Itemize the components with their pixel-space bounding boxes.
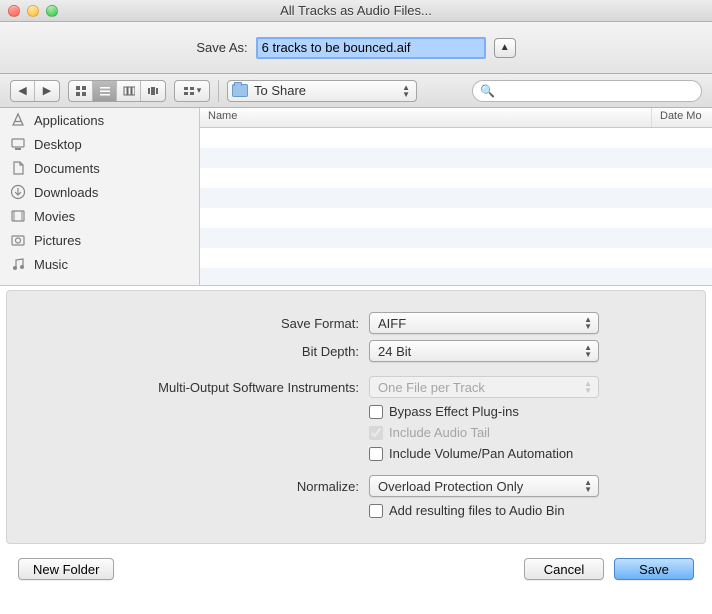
path-popup[interactable]: To Share ▲▼ xyxy=(227,80,417,102)
normalize-value: Overload Protection Only xyxy=(378,479,523,494)
view-list-button[interactable] xyxy=(93,81,117,101)
bypass-fx-checkbox[interactable] xyxy=(369,405,383,419)
sidebar-item-documents[interactable]: Documents xyxy=(0,156,199,180)
multi-output-popup: One File per Track ▲▼ xyxy=(369,376,599,398)
music-icon xyxy=(10,256,26,272)
normalize-label: Normalize: xyxy=(7,479,359,494)
saveas-filename-input[interactable] xyxy=(256,37,486,59)
nav-back-button[interactable]: ◀ xyxy=(11,81,35,101)
footer: New Folder Cancel Save xyxy=(0,550,712,594)
include-vol-pan-checkbox[interactable] xyxy=(369,447,383,461)
nav-forward-button[interactable]: ▶ xyxy=(35,81,59,101)
disclosure-button[interactable]: ▲ xyxy=(494,38,516,58)
multi-output-value: One File per Track xyxy=(378,380,485,395)
sidebar-item-pictures[interactable]: Pictures xyxy=(0,228,199,252)
include-vol-pan-check[interactable]: Include Volume/Pan Automation xyxy=(369,446,573,461)
arrange-button[interactable]: ▾ xyxy=(175,81,209,101)
new-folder-button[interactable]: New Folder xyxy=(18,558,114,580)
sidebar-item-label: Documents xyxy=(34,161,100,176)
include-vol-pan-label: Include Volume/Pan Automation xyxy=(389,446,573,461)
bit-depth-popup[interactable]: 24 Bit ▲▼ xyxy=(369,340,599,362)
save-format-value: AIFF xyxy=(378,316,406,331)
save-format-popup[interactable]: AIFF ▲▼ xyxy=(369,312,599,334)
downloads-icon xyxy=(10,184,26,200)
include-tail-label: Include Audio Tail xyxy=(389,425,490,440)
window-title: All Tracks as Audio Files... xyxy=(0,3,712,18)
bypass-fx-label: Bypass Effect Plug-ins xyxy=(389,404,519,419)
nav-segment: ◀ ▶ xyxy=(10,80,60,102)
sidebar-item-label: Pictures xyxy=(34,233,81,248)
search-input[interactable] xyxy=(472,80,702,102)
cancel-button[interactable]: Cancel xyxy=(524,558,604,580)
view-coverflow-button[interactable] xyxy=(141,81,165,101)
add-to-bin-check[interactable]: Add resulting files to Audio Bin xyxy=(369,503,565,518)
sidebar-item-label: Applications xyxy=(34,113,104,128)
movies-icon xyxy=(10,208,26,224)
save-format-label: Save Format: xyxy=(7,316,359,331)
path-label: To Share xyxy=(254,83,306,98)
include-tail-checkbox xyxy=(369,426,383,440)
pictures-icon xyxy=(10,232,26,248)
column-header-name[interactable]: Name xyxy=(200,108,652,127)
bit-depth-label: Bit Depth: xyxy=(7,344,359,359)
sidebar-item-label: Desktop xyxy=(34,137,82,152)
save-button[interactable]: Save xyxy=(614,558,694,580)
saveas-bar: Save As: ▲ xyxy=(0,22,712,74)
column-header-date[interactable]: Date Mo xyxy=(652,108,712,127)
list-header: Name Date Mo xyxy=(200,108,712,128)
view-column-button[interactable] xyxy=(117,81,141,101)
add-to-bin-checkbox[interactable] xyxy=(369,504,383,518)
search-icon: 🔍 xyxy=(480,84,495,98)
view-segment xyxy=(68,80,166,102)
browser-toolbar: ◀ ▶ ▾ To Share ▲▼ 🔍 xyxy=(0,74,712,108)
titlebar: All Tracks as Audio Files... xyxy=(0,0,712,22)
file-list-body[interactable] xyxy=(200,128,712,285)
include-tail-check: Include Audio Tail xyxy=(369,425,490,440)
search-field-wrap: 🔍 xyxy=(472,80,702,102)
sidebar-item-label: Music xyxy=(34,257,68,272)
sidebar-item-music[interactable]: Music xyxy=(0,252,199,276)
saveas-label: Save As: xyxy=(196,40,247,55)
add-to-bin-label: Add resulting files to Audio Bin xyxy=(389,503,565,518)
sidebar-item-label: Downloads xyxy=(34,185,98,200)
folder-icon xyxy=(232,84,248,97)
view-icon-button[interactable] xyxy=(69,81,93,101)
sidebar: Applications Desktop Documents Downloads… xyxy=(0,108,200,285)
file-list: Name Date Mo xyxy=(200,108,712,285)
applications-icon xyxy=(10,112,26,128)
desktop-icon xyxy=(10,136,26,152)
multi-output-label: Multi-Output Software Instruments: xyxy=(7,380,359,395)
documents-icon xyxy=(10,160,26,176)
sidebar-item-desktop[interactable]: Desktop xyxy=(0,132,199,156)
toolbar-divider xyxy=(218,80,219,102)
sidebar-item-downloads[interactable]: Downloads xyxy=(0,180,199,204)
bit-depth-value: 24 Bit xyxy=(378,344,411,359)
bypass-fx-check[interactable]: Bypass Effect Plug-ins xyxy=(369,404,519,419)
sidebar-item-applications[interactable]: Applications xyxy=(0,108,199,132)
file-browser: Applications Desktop Documents Downloads… xyxy=(0,108,712,286)
arrange-segment: ▾ xyxy=(174,80,210,102)
sidebar-item-label: Movies xyxy=(34,209,75,224)
normalize-popup[interactable]: Overload Protection Only ▲▼ xyxy=(369,475,599,497)
sidebar-item-movies[interactable]: Movies xyxy=(0,204,199,228)
options-panel: Save Format: AIFF ▲▼ Bit Depth: 24 Bit ▲… xyxy=(6,290,706,544)
